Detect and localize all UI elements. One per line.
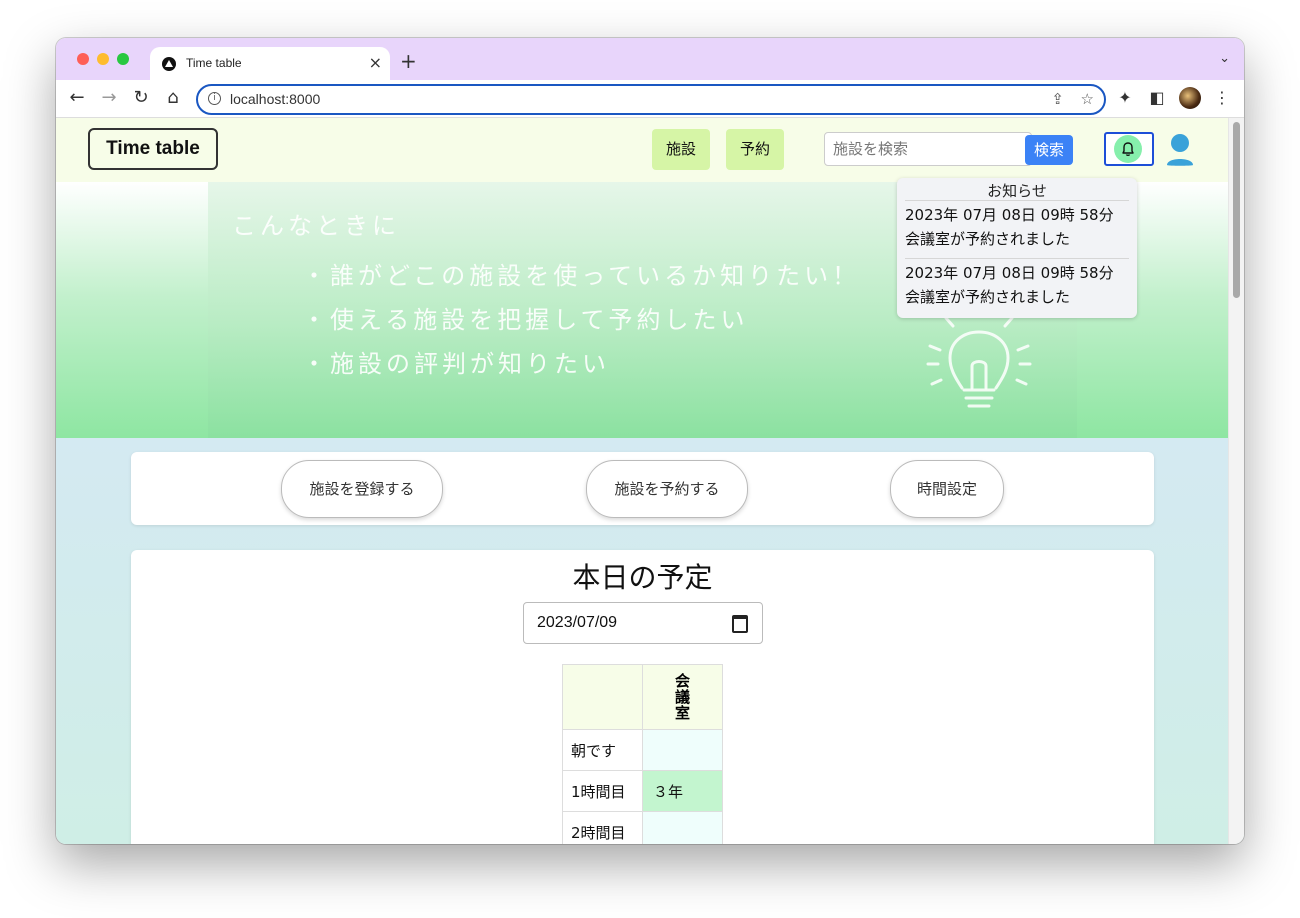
nav-facilities-button[interactable]: 施設	[652, 129, 710, 170]
address-bar[interactable]: i localhost:8000 ⇪ ☆	[196, 84, 1106, 115]
bookmark-star-icon[interactable]: ☆	[1081, 90, 1094, 108]
notification-item[interactable]: 2023年 07月 08日 09時 58分 会議室が予約されました	[905, 258, 1129, 309]
facility-name: 会議室	[674, 671, 690, 722]
page-scrollbar[interactable]	[1228, 118, 1244, 844]
reload-icon[interactable]: ↻	[130, 87, 152, 109]
hero-line: ・施設の評判が知りたい	[302, 350, 610, 378]
maximize-window-button[interactable]	[117, 53, 129, 65]
table-row: 1時間目 ３年	[562, 770, 723, 812]
period-label: 朝です	[562, 729, 643, 771]
brand-logo-button[interactable]: Time table	[88, 128, 218, 170]
schedule-title: 本日の予定	[572, 561, 713, 594]
tab-title: Time table	[186, 56, 242, 70]
period-label: 1時間目	[562, 770, 643, 812]
browser-tab[interactable]: Time table ×	[150, 47, 390, 80]
notification-button[interactable]	[1104, 132, 1154, 166]
site-header: Time table 施設 予約 検索	[56, 118, 1229, 183]
share-icon[interactable]: ⇪	[1051, 90, 1064, 108]
notification-date: 2023年 07月 08日 09時 58分	[905, 264, 1114, 282]
profile-avatar-icon[interactable]	[1179, 87, 1201, 109]
table-row: 朝です	[562, 729, 723, 771]
site-info-icon[interactable]: i	[208, 92, 221, 105]
user-account-icon[interactable]	[1166, 133, 1194, 167]
table-row: 2時間目	[562, 811, 723, 844]
browser-toolbar: ← → ↻ ⌂ i localhost:8000 ⇪ ☆ ✦ ◧ ⋮	[56, 80, 1244, 118]
time-settings-button[interactable]: 時間設定	[890, 460, 1004, 518]
notification-item[interactable]: 2023年 07月 08日 09時 58分 会議室が予約されました	[905, 200, 1129, 251]
home-icon[interactable]: ⌂	[162, 87, 184, 109]
tab-close-button[interactable]: ×	[369, 53, 382, 72]
lightbulb-icon	[926, 304, 1032, 408]
notification-panel: お知らせ 2023年 07月 08日 09時 58分 会議室が予約されました 2…	[897, 178, 1137, 318]
notification-date: 2023年 07月 08日 09時 58分	[905, 206, 1114, 224]
notification-message: 会議室が予約されました	[905, 288, 1071, 306]
date-value: 2023/07/09	[537, 614, 618, 631]
hero-line: ・誰がどこの施設を使っているか知りたい！	[302, 262, 861, 290]
schedule-card: 本日の予定 2023/07/09 会議室 朝です 1時間目 ３年 2時間目	[131, 550, 1154, 844]
action-card: 施設を登録する 施設を予約する 時間設定	[131, 452, 1154, 525]
hero-title: こんなときに	[232, 212, 400, 240]
timetable-cell[interactable]	[642, 811, 723, 844]
timetable-corner-cell	[562, 664, 643, 730]
new-tab-button[interactable]: +	[400, 49, 417, 73]
forward-arrow-icon[interactable]: →	[98, 87, 120, 109]
timetable-cell[interactable]: ３年	[642, 770, 723, 812]
timetable-header-row: 会議室	[562, 664, 723, 730]
calendar-icon[interactable]	[732, 615, 748, 633]
bell-icon	[1114, 135, 1142, 163]
url-text: localhost:8000	[230, 91, 321, 107]
facility-column-header: 会議室	[642, 664, 723, 730]
register-facility-button[interactable]: 施設を登録する	[281, 460, 443, 518]
browser-window: Time table × + ⌄ ← → ↻ ⌂ i localhost:800…	[56, 38, 1244, 844]
date-picker-input[interactable]: 2023/07/09	[523, 602, 763, 644]
timetable: 会議室 朝です 1時間目 ３年 2時間目	[562, 664, 723, 844]
tab-search-chevron-icon[interactable]: ⌄	[1219, 51, 1230, 66]
facility-search-input[interactable]	[824, 132, 1032, 166]
browser-menu-icon[interactable]: ⋮	[1211, 87, 1233, 109]
back-arrow-icon[interactable]: ←	[66, 87, 88, 109]
side-panel-icon[interactable]: ◧	[1146, 87, 1168, 109]
close-window-button[interactable]	[77, 53, 89, 65]
minimize-window-button[interactable]	[97, 53, 109, 65]
nav-reservations-button[interactable]: 予約	[726, 129, 784, 170]
page-viewport: Time table 施設 予約 検索	[56, 118, 1244, 844]
period-label: 2時間目	[562, 811, 643, 844]
notification-message: 会議室が予約されました	[905, 230, 1071, 248]
search-button[interactable]: 検索	[1025, 135, 1073, 165]
timetable-cell[interactable]	[642, 729, 723, 771]
tab-strip: Time table × + ⌄	[56, 38, 1244, 80]
extensions-puzzle-icon[interactable]: ✦	[1114, 87, 1136, 109]
scrollbar-thumb[interactable]	[1233, 122, 1240, 298]
hero-line: ・使える施設を把握して予約したい	[302, 306, 749, 334]
reserve-facility-button[interactable]: 施設を予約する	[586, 460, 748, 518]
notification-title: お知らせ	[987, 182, 1047, 200]
site-favicon-icon	[162, 57, 176, 71]
